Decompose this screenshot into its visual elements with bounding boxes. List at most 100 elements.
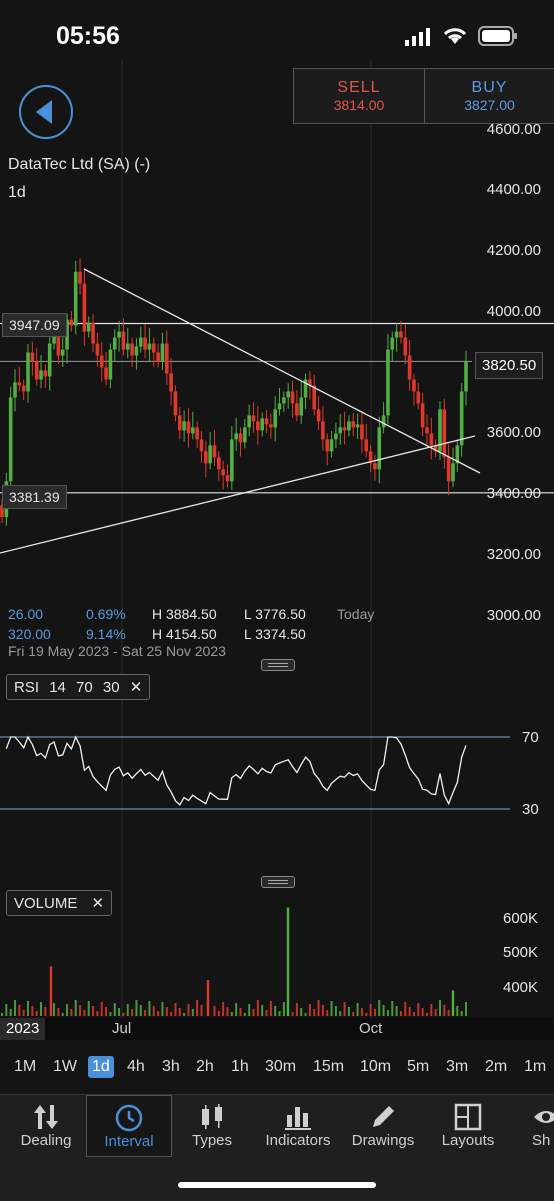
volume-bar (261, 1005, 264, 1016)
volume-bar (456, 1006, 459, 1016)
candle-body (47, 343, 52, 377)
interval-1W[interactable]: 1W (53, 1058, 77, 1076)
nav-share[interactable]: Sh (510, 1095, 554, 1155)
volume-bar (308, 1004, 311, 1016)
nav-label: Indicators (265, 1132, 331, 1149)
volume-bar (391, 1001, 394, 1016)
support-level-label[interactable]: 3381.39 (2, 485, 67, 509)
clock-icon (115, 1104, 143, 1132)
date-range: Fri 19 May 2023 - Sat 25 Nov 2023 (8, 643, 226, 659)
candle-body (329, 439, 334, 452)
nav-drawings[interactable]: Drawings (341, 1095, 425, 1155)
interval-15m[interactable]: 15m (313, 1058, 344, 1076)
candle-body (147, 343, 152, 350)
candle-body (451, 463, 455, 482)
nav-interval[interactable]: Interval (86, 1095, 172, 1157)
volume-bar (274, 1006, 277, 1016)
volume-bar (269, 1001, 272, 1016)
interval-1m[interactable]: 1m (524, 1058, 546, 1076)
interval-5m[interactable]: 5m (407, 1058, 429, 1076)
interval-30m[interactable]: 30m (265, 1058, 296, 1076)
interval-1h[interactable]: 1h (231, 1058, 249, 1076)
candle-body (351, 421, 356, 428)
volume-bar (178, 1008, 181, 1016)
buy-button[interactable]: BUY 3827.00 (424, 68, 554, 124)
rsi-indicator-button[interactable]: RSI 14 70 30 ✕ (6, 674, 151, 700)
candle-body (425, 427, 429, 434)
low-today: L 3776.50 (244, 606, 306, 622)
volume-bar (14, 1000, 17, 1016)
chart-screen: 05:56 SELL 3814.00 BUY 3827.00 DataTec L… (0, 0, 554, 1201)
instrument-name: DataTec Ltd (SA) (-) (8, 156, 151, 173)
volume-bar (256, 1000, 259, 1016)
candle-body (121, 331, 126, 350)
candlestick-icon (202, 1104, 222, 1129)
candle-body (17, 382, 22, 386)
candle-body (39, 370, 43, 380)
interval-1M[interactable]: 1M (14, 1058, 36, 1076)
price-tick: 3400.00 (486, 485, 541, 502)
home-indicator[interactable] (178, 1182, 376, 1188)
candle-body (347, 421, 351, 431)
candle-body (234, 433, 238, 440)
candle-body (420, 403, 425, 428)
candle-body (295, 403, 299, 416)
rsi-resize-handle[interactable] (261, 659, 295, 671)
candle-body (273, 409, 277, 428)
candle-body (225, 475, 230, 482)
volume-bar (196, 1000, 199, 1016)
volume-bar (96, 1011, 99, 1016)
candle-body (442, 409, 447, 458)
volume-bar (113, 1003, 116, 1016)
change-today: 26.00 (8, 606, 44, 622)
interval-2h[interactable]: 2h (196, 1058, 214, 1076)
rsi-line (5, 735, 467, 806)
sell-button[interactable]: SELL 3814.00 (293, 68, 425, 124)
interval-10m[interactable]: 10m (360, 1058, 391, 1076)
candle-body (8, 397, 13, 482)
volume-indicator-button[interactable]: VOLUME ✕ (6, 890, 113, 916)
volume-bar (278, 1011, 281, 1016)
volume-bar (79, 1005, 82, 1016)
volume-bar (334, 1006, 337, 1016)
candle-body (156, 352, 160, 362)
candle-body (99, 355, 104, 368)
current-price-label: 3820.50 (475, 352, 544, 379)
volume-bar (157, 1011, 160, 1016)
nav-label: Sh (532, 1132, 551, 1149)
volume-bar (382, 1005, 385, 1016)
volume-bar (27, 1001, 30, 1016)
interval-3m[interactable]: 3m (446, 1058, 468, 1076)
candle-body (325, 439, 330, 452)
back-button[interactable] (18, 84, 74, 140)
volume-bar (152, 1006, 155, 1016)
volume-bar (339, 1011, 342, 1016)
candle-body (342, 427, 347, 431)
pct-range: 9.14% (86, 626, 126, 642)
nav-indicators[interactable]: Indicators (256, 1095, 340, 1155)
price-tick: 3000.00 (486, 607, 541, 624)
interval-3h[interactable]: 3h (162, 1058, 180, 1076)
resistance-level-label[interactable]: 3947.09 (2, 313, 67, 337)
candle-body (26, 352, 30, 392)
volume-bar (105, 1007, 108, 1016)
volume-bar (183, 1013, 186, 1016)
close-icon[interactable]: ✕ (92, 895, 105, 912)
rsi-axis-lower: 30 (522, 801, 539, 818)
interval-2m[interactable]: 2m (485, 1058, 507, 1076)
candle-body (43, 370, 48, 377)
candle-body (394, 331, 399, 338)
volume-resize-handle[interactable] (261, 876, 295, 888)
interval-4h[interactable]: 4h (127, 1058, 145, 1076)
volume-bar (83, 1010, 86, 1016)
volume-bar (239, 1008, 242, 1016)
volume-bar (191, 1009, 194, 1016)
close-icon[interactable]: ✕ (130, 679, 143, 696)
nav-types[interactable]: Types (170, 1095, 254, 1155)
interval-1d[interactable]: 1d (88, 1056, 114, 1078)
candle-body (364, 439, 369, 452)
nav-layouts[interactable]: Layouts (426, 1095, 510, 1155)
nav-dealing[interactable]: Dealing (4, 1095, 88, 1155)
nav-label: Interval (104, 1133, 154, 1150)
candle-body (256, 421, 260, 431)
